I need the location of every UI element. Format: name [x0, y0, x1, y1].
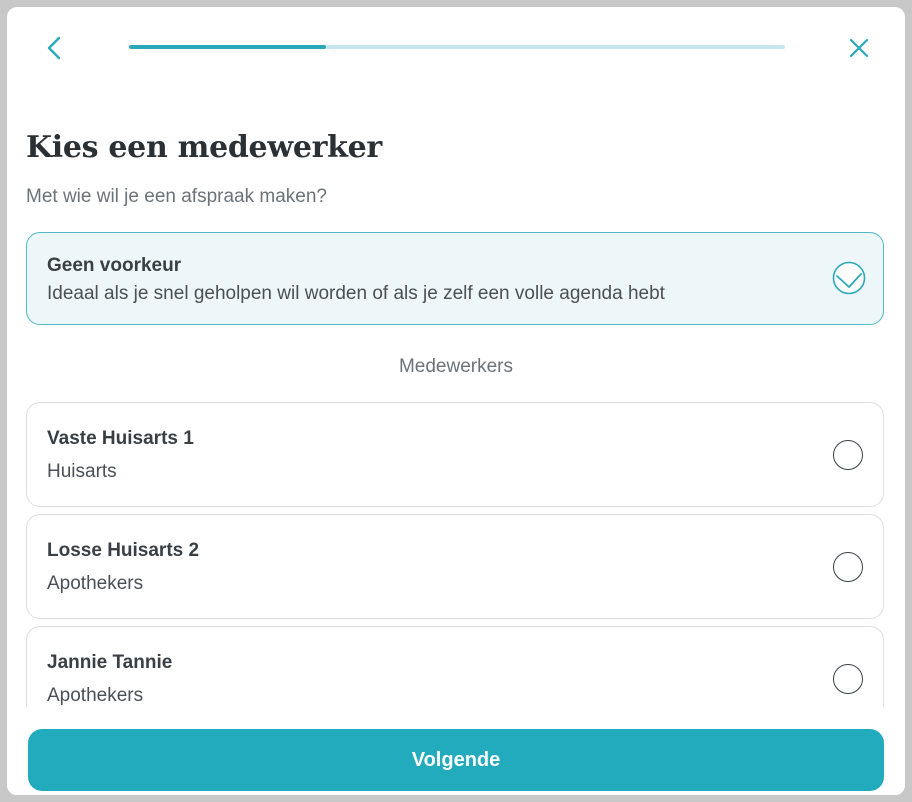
employee-role: Apothekers	[47, 573, 144, 594]
dialog-footer: Volgende	[7, 707, 905, 795]
page-title: Kies een medewerker	[26, 130, 382, 165]
employee-list[interactable]: Vaste Huisarts 1 Huisarts Losse Huisarts…	[7, 397, 905, 707]
employee-role: Huisarts	[47, 461, 117, 482]
employee-name: Jannie Tannie	[47, 652, 173, 673]
chevron-left-icon	[47, 36, 61, 60]
option-description: Ideaal als je snel geholpen wil worden o…	[47, 283, 665, 304]
close-icon	[849, 38, 869, 58]
back-button[interactable]	[39, 33, 69, 63]
employee-name: Vaste Huisarts 1	[47, 428, 194, 449]
progress-bar	[129, 45, 785, 49]
employee-option-2[interactable]: Losse Huisarts 2 Apothekers	[26, 514, 884, 619]
radio-button[interactable]	[833, 552, 863, 582]
progress-bar-fill	[129, 45, 326, 49]
check-circle-icon	[832, 261, 866, 295]
dialog-header	[7, 7, 905, 97]
section-label-employees: Medewerkers	[398, 356, 514, 377]
employee-name: Losse Huisarts 2	[47, 540, 200, 561]
radio-button[interactable]	[833, 664, 863, 694]
employee-role: Apothekers	[47, 685, 144, 706]
close-button[interactable]	[844, 33, 874, 63]
page-subtitle: Met wie wil je een afspraak maken?	[26, 186, 327, 207]
selected-check	[832, 261, 866, 295]
option-no-preference[interactable]: Geen voorkeur Ideaal als je snel geholpe…	[26, 232, 884, 325]
employee-option-3[interactable]: Jannie Tannie Apothekers	[26, 626, 884, 707]
employee-option-1[interactable]: Vaste Huisarts 1 Huisarts	[26, 402, 884, 507]
option-title: Geen voorkeur	[47, 255, 182, 276]
appointment-dialog: Kies een medewerker Met wie wil je een a…	[7, 7, 905, 795]
next-button[interactable]: Volgende	[28, 729, 884, 791]
radio-button[interactable]	[833, 440, 863, 470]
